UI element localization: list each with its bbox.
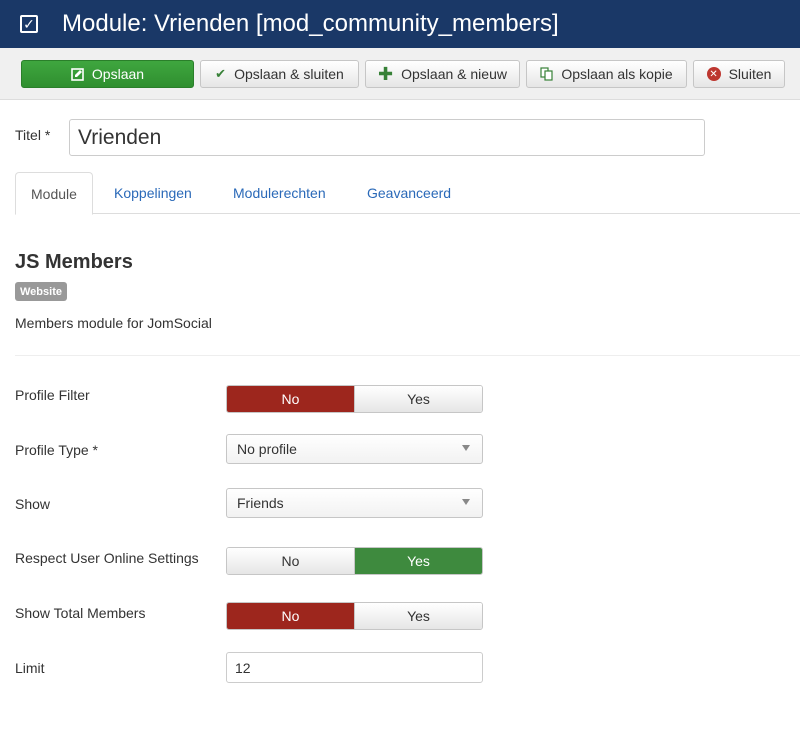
respect-online-yes-option[interactable]: Yes (354, 548, 482, 574)
site-badge: Website (15, 282, 67, 301)
profile-type-select[interactable]: No profile (226, 434, 483, 464)
show-label: Show (15, 496, 51, 512)
save-copy-button[interactable]: Opslaan als kopie (526, 60, 687, 88)
limit-input[interactable] (226, 652, 483, 683)
toolbar: Opslaan ✔ Opslaan & sluiten ✚ Opslaan & … (0, 48, 800, 100)
page-title: Module: Vrienden [mod_community_members] (62, 10, 559, 37)
profile-filter-label: Profile Filter (15, 387, 90, 403)
page-header: ✓ Module: Vrienden [mod_community_member… (0, 0, 800, 48)
close-button[interactable]: ✕ Sluiten (693, 60, 785, 88)
profile-type-label: Profile Type * (15, 442, 99, 458)
save-copy-button-label: Opslaan als kopie (561, 66, 673, 82)
title-input[interactable] (69, 119, 705, 156)
edit-icon (71, 67, 84, 81)
chevron-down-icon (462, 499, 470, 505)
checkmark-icon: ✔ (215, 66, 227, 81)
show-total-toggle: No Yes (226, 602, 483, 630)
profile-type-value: No profile (237, 441, 297, 457)
respect-online-label: Respect User Online Settings (15, 550, 199, 566)
show-select[interactable]: Friends (226, 488, 483, 518)
save-close-button-label: Opslaan & sluiten (234, 66, 344, 82)
chevron-down-icon (462, 445, 470, 451)
profile-filter-toggle: No Yes (226, 385, 483, 413)
show-total-yes-option[interactable]: Yes (354, 603, 482, 629)
respect-online-no-option[interactable]: No (227, 548, 354, 574)
save-button-label: Opslaan (91, 66, 145, 82)
save-close-button[interactable]: ✔ Opslaan & sluiten (200, 60, 359, 88)
save-button[interactable]: Opslaan (21, 60, 194, 88)
respect-online-toggle: No Yes (226, 547, 483, 575)
title-label: Titel * (15, 127, 51, 143)
plus-icon: ✚ (378, 63, 394, 84)
tab-module[interactable]: Module (15, 172, 93, 215)
close-button-label: Sluiten (728, 66, 772, 82)
show-total-no-option[interactable]: No (227, 603, 354, 629)
save-new-button-label: Opslaan & nieuw (401, 66, 507, 82)
profile-filter-no-option[interactable]: No (227, 386, 354, 412)
tab-modulerechten[interactable]: Modulerechten (218, 172, 341, 214)
divider (15, 355, 800, 356)
tab-bar: Module Koppelingen Modulerechten Geavanc… (15, 172, 800, 215)
tab-geavanceerd[interactable]: Geavanceerd (352, 172, 466, 214)
tab-koppelingen[interactable]: Koppelingen (99, 172, 207, 214)
limit-label: Limit (15, 660, 45, 676)
show-total-label: Show Total Members (15, 605, 146, 621)
module-description: Members module for JomSocial (15, 315, 212, 331)
checkbox-icon: ✓ (20, 15, 38, 33)
copy-icon (540, 67, 553, 81)
profile-filter-yes-option[interactable]: Yes (354, 386, 482, 412)
show-value: Friends (237, 495, 284, 511)
close-icon: ✕ (706, 67, 721, 81)
save-new-button[interactable]: ✚ Opslaan & nieuw (365, 60, 520, 88)
module-name: JS Members (15, 251, 133, 273)
